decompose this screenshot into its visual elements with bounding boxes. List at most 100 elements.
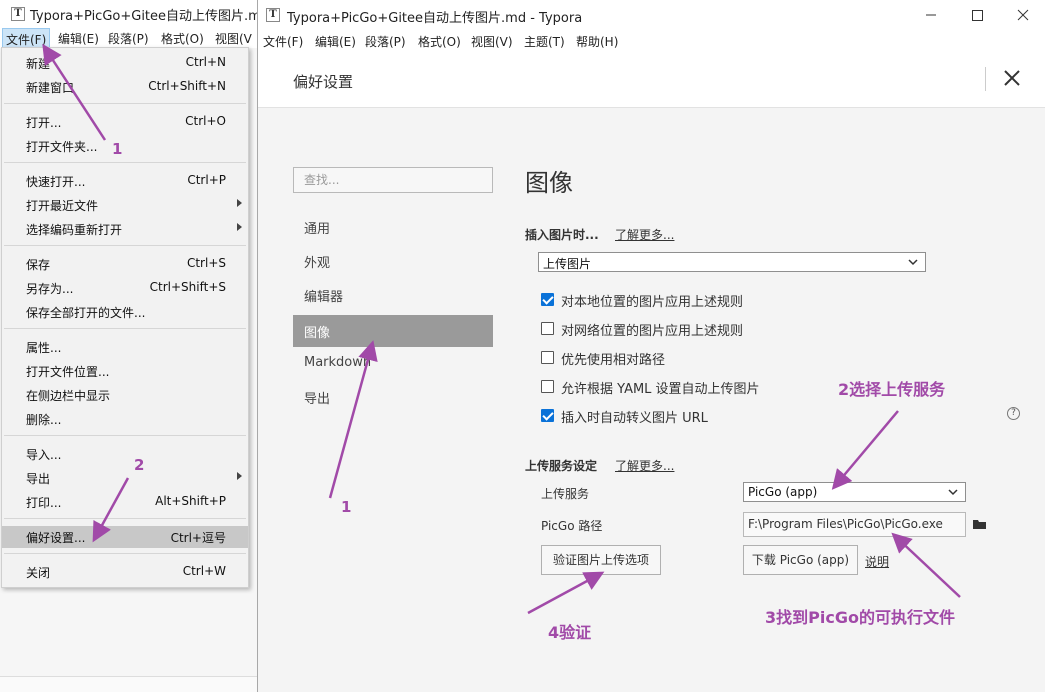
maximize-button[interactable] [954,0,1000,30]
nav-label: 编辑器 [304,290,344,305]
nav-editor[interactable]: 编辑器 [293,279,493,311]
close-icon [1017,9,1029,21]
nav-general[interactable]: 通用 [293,211,493,243]
checkbox-unchecked[interactable] [541,380,554,393]
menu-separator [4,103,246,104]
menu-view[interactable]: 视图(V [215,30,252,47]
menu-item-close[interactable]: 关闭 Ctrl+W [2,561,248,583]
nav-label: 图像 [304,326,331,341]
download-picgo-button[interactable]: 下载 PicGo (app) [743,545,858,575]
checkbox-label: 优先使用相对路径 [561,353,666,368]
menu-item-shortcut: Alt+Shift+P [155,494,226,508]
explain-link[interactable]: 说明 [865,553,889,570]
menu-item-label: 打开... [26,116,62,130]
menu-view[interactable]: 视图(V) [471,33,513,50]
menu-item-label: 关闭 [26,566,51,580]
checkbox-label: 允许根据 YAML 设置自动上传图片 [561,382,760,397]
folder-icon[interactable] [973,519,986,529]
nav-export[interactable]: 导出 [293,381,493,413]
menu-item-shortcut: Ctrl+逗号 [170,531,226,545]
menu-item-label: 打印... [26,496,62,510]
menu-item-open-location[interactable]: 打开文件位置... [2,360,248,382]
upload-service-heading: 上传服务设定 [525,459,598,473]
maximize-icon [972,10,983,21]
menu-file[interactable]: 文件(F) [263,33,303,50]
file-dropdown-menu: 新建 Ctrl+N 新建窗口 Ctrl+Shift+N 打开... Ctrl+O… [1,47,249,588]
section-title: 图像 [525,169,573,197]
menu-item-save-as[interactable]: 另存为... Ctrl+Shift+S [2,277,248,299]
checkbox-label: 对网络位置的图片应用上述规则 [561,324,744,339]
menu-separator [4,435,246,436]
insert-action-select[interactable]: 上传图片 [538,252,926,272]
menu-item-label: 新建 [26,57,51,71]
menu-item-open-folder[interactable]: 打开文件夹... [2,135,248,157]
preferences-header: 偏好设置 [258,52,1045,108]
help-icon[interactable]: ? [1007,407,1020,420]
menu-item-open[interactable]: 打开... Ctrl+O [2,111,248,133]
menu-item-export[interactable]: 导出 [2,467,248,489]
menu-format[interactable]: 格式(O) [418,33,461,50]
upload-service-select[interactable]: PicGo (app) [743,482,966,502]
window-close-button[interactable] [1000,0,1045,30]
menu-item-save-all[interactable]: 保存全部打开的文件... [2,301,248,323]
menu-item-label: 在侧边栏中显示 [26,389,111,403]
menu-item-label: 打开文件位置... [26,365,110,379]
checkbox-checked[interactable] [541,293,554,306]
nav-appearance[interactable]: 外观 [293,245,493,277]
menu-item-save[interactable]: 保存 Ctrl+S [2,253,248,275]
menu-item-quick-open[interactable]: 快速打开... Ctrl+P [2,170,248,192]
menu-item-import[interactable]: 导入... [2,443,248,465]
nav-image[interactable]: 图像 [293,315,493,347]
menu-item-open-recent[interactable]: 打开最近文件 [2,194,248,216]
picgo-path-label: PicGo 路径 [541,519,603,533]
preferences-close-button[interactable] [1000,66,1024,90]
nav-markdown[interactable]: Markdown [293,348,493,380]
menu-item-properties[interactable]: 属性... [2,336,248,358]
menu-item-print[interactable]: 打印... Alt+Shift+P [2,491,248,513]
verify-upload-button[interactable]: 验证图片上传选项 [541,545,661,575]
main-window-title: Typora+PicGo+Gitee自动上传图片.md - Typora [287,11,583,26]
checkbox-unchecked[interactable] [541,322,554,335]
menu-item-delete[interactable]: 删除... [2,408,248,430]
menu-item-label: 新建窗口 [26,81,75,95]
menu-paragraph[interactable]: 段落(P) [365,33,406,50]
background-status-strip [0,676,258,692]
menu-item-label: 保存 [26,258,51,272]
minimize-button[interactable] [908,0,954,30]
menu-theme[interactable]: 主题(T) [524,33,565,50]
checkbox-checked[interactable] [541,409,554,422]
typora-app-icon: T [11,7,25,21]
menu-item-label: 打开文件夹... [26,140,98,154]
menu-file[interactable]: 文件(F) [2,28,51,48]
annotation-step-1-nav: 1 [341,498,352,516]
learn-more-link[interactable]: 了解更多... [615,226,674,243]
menu-item-label: 导入... [26,448,62,462]
menu-item-new-window[interactable]: 新建窗口 Ctrl+Shift+N [2,76,248,98]
checkbox-unchecked[interactable] [541,351,554,364]
annotation-step-2-service: 2选择上传服务 [838,380,946,399]
menu-paragraph[interactable]: 段落(P) [108,30,149,47]
menu-help[interactable]: 帮助(H) [576,33,618,50]
menu-separator [4,553,246,554]
preferences-search-input[interactable] [293,167,493,193]
typora-app-icon: T [266,8,280,22]
annotation-step-2-menu: 2 [134,456,145,474]
menu-item-label: 另存为... [26,282,74,296]
upload-service-label: 上传服务 [541,487,590,501]
picgo-path-input[interactable]: F:\Program Files\PicGo\PicGo.exe [743,512,966,537]
menu-edit[interactable]: 编辑(E) [58,30,99,47]
upload-learn-more-link[interactable]: 了解更多... [615,457,674,474]
menu-edit[interactable]: 编辑(E) [315,33,356,50]
minimize-icon [926,14,936,16]
annotation-step-1-menu: 1 [112,140,123,158]
menu-item-preferences[interactable]: 偏好设置... Ctrl+逗号 [2,526,248,548]
menu-item-reopen-encoding[interactable]: 选择编码重新打开 [2,218,248,240]
background-window-title: Typora+PicGo+Gitee自动上传图片.md - [30,9,278,24]
select-value: 上传图片 [543,257,592,271]
menu-item-label: 偏好设置... [26,531,86,545]
menu-item-new[interactable]: 新建 Ctrl+N [2,52,248,74]
menu-separator [4,328,246,329]
menu-format[interactable]: 格式(O) [161,30,204,47]
menu-item-show-in-sidebar[interactable]: 在侧边栏中显示 [2,384,248,406]
nav-label: Markdown [304,355,372,370]
